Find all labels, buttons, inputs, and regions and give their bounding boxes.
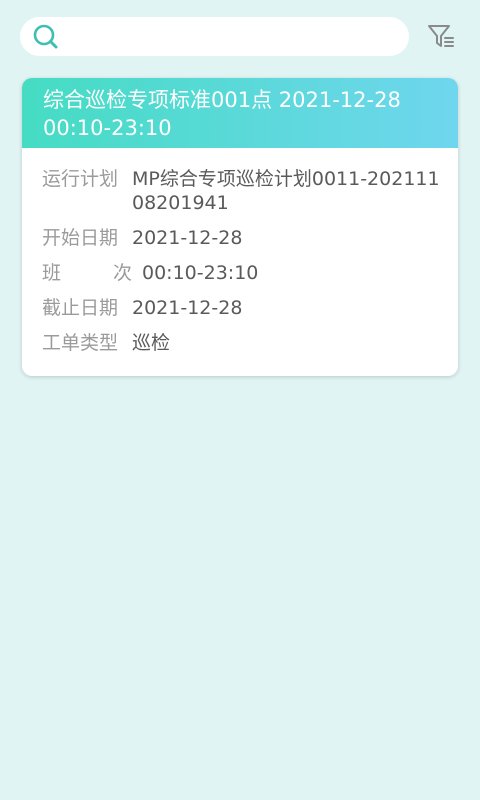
card-body: 运行计划 MP综合专项巡检计划0011-20211108201941 开始日期 … <box>22 148 458 355</box>
field-label: 班 次 <box>42 261 132 285</box>
field-label-part: 班 <box>42 262 62 284</box>
field-value: MP综合专项巡检计划0011-20211108201941 <box>132 168 440 214</box>
search-bar[interactable] <box>20 17 409 56</box>
filter-button[interactable] <box>424 20 458 54</box>
field-row-plan: 运行计划 MP综合专项巡检计划0011-20211108201941 <box>42 167 446 215</box>
field-value: 2021-12-28 <box>132 297 243 319</box>
field-label: 工单类型 <box>42 332 119 354</box>
search-icon <box>32 23 60 51</box>
field-row-end-date: 截止日期 2021-12-28 <box>42 296 446 320</box>
field-value: 巡检 <box>132 332 171 354</box>
card-title: 综合巡检专项标准001点 2021-12-28 00:10-23:10 <box>43 88 401 140</box>
field-label: 开始日期 <box>42 227 119 249</box>
filter-icon <box>426 22 456 52</box>
field-label: 运行计划 <box>42 168 119 190</box>
field-row-order-type: 工单类型 巡检 <box>42 331 446 355</box>
field-label: 截止日期 <box>42 297 119 319</box>
field-row-start-date: 开始日期 2021-12-28 <box>42 226 446 250</box>
work-order-card[interactable]: 综合巡检专项标准001点 2021-12-28 00:10-23:10 运行计划… <box>22 78 458 376</box>
field-row-shift: 班 次 00:10-23:10 <box>42 261 446 285</box>
field-value: 00:10-23:10 <box>142 262 259 284</box>
field-label-part: 次 <box>112 262 132 284</box>
search-input[interactable] <box>68 20 409 53</box>
field-value: 2021-12-28 <box>132 227 243 249</box>
card-header: 综合巡检专项标准001点 2021-12-28 00:10-23:10 <box>22 78 458 148</box>
